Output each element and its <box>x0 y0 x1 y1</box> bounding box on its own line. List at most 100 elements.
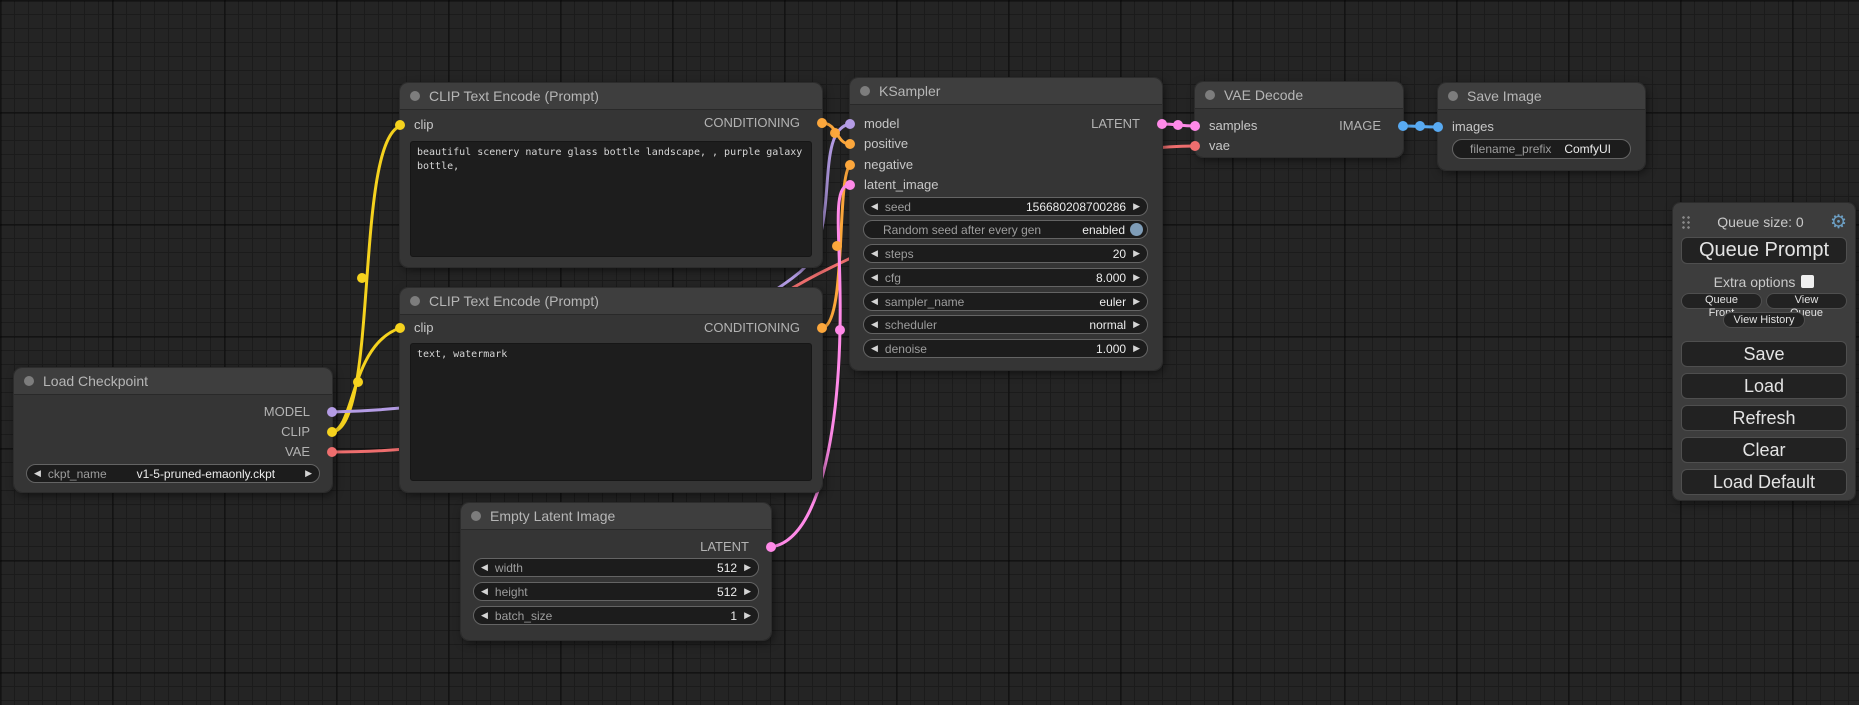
decrement-arrow-icon[interactable]: ◀ <box>34 464 41 483</box>
decrement-arrow-icon[interactable]: ◀ <box>871 197 878 216</box>
positive-input-port[interactable] <box>845 139 855 149</box>
increment-arrow-icon[interactable]: ▶ <box>1133 339 1140 358</box>
node-clip-text-encode-positive[interactable]: CLIP Text Encode (Prompt) clip CONDITION… <box>400 83 822 267</box>
negative-input-port[interactable] <box>845 160 855 170</box>
drag-handle-icon[interactable] <box>1681 215 1691 230</box>
decrement-arrow-icon[interactable]: ◀ <box>871 315 878 334</box>
link-midpoint-dot <box>832 241 842 251</box>
decrement-arrow-icon[interactable]: ◀ <box>871 244 878 263</box>
clear-button[interactable]: Clear <box>1681 437 1847 463</box>
cfg-widget[interactable]: ◀ cfg 8.000 ▶ <box>863 268 1148 287</box>
node-title-bar[interactable]: Empty Latent Image <box>461 503 771 530</box>
widget-label: filename_prefix <box>1470 142 1551 156</box>
save-button[interactable]: Save <box>1681 341 1847 367</box>
node-title-bar[interactable]: Load Checkpoint <box>14 368 332 395</box>
clip-input-port[interactable] <box>395 323 405 333</box>
refresh-button[interactable]: Refresh <box>1681 405 1847 431</box>
latent-output-port[interactable] <box>1157 119 1167 129</box>
node-title-bar[interactable]: CLIP Text Encode (Prompt) <box>400 288 822 315</box>
input-label-model: model <box>864 115 899 133</box>
conditioning-output-port[interactable] <box>817 118 827 128</box>
view-history-button[interactable]: View History <box>1723 312 1806 328</box>
clip-input-port[interactable] <box>395 120 405 130</box>
increment-arrow-icon[interactable]: ▶ <box>744 582 751 601</box>
seed-widget[interactable]: ◀ seed 156680208700286 ▶ <box>863 197 1148 216</box>
image-output-port[interactable] <box>1398 121 1408 131</box>
increment-arrow-icon[interactable]: ▶ <box>1133 315 1140 334</box>
node-title-bar[interactable]: KSampler <box>850 78 1162 105</box>
widget-value: 512 <box>717 561 737 575</box>
view-queue-button[interactable]: View Queue <box>1766 293 1847 309</box>
increment-arrow-icon[interactable]: ▶ <box>1133 292 1140 311</box>
collapse-dot[interactable] <box>1205 90 1215 100</box>
load-default-button[interactable]: Load Default <box>1681 469 1847 495</box>
negative-prompt-textarea[interactable]: text, watermark <box>410 343 812 481</box>
clip-output-port[interactable] <box>327 427 337 437</box>
extra-options-checkbox[interactable] <box>1801 275 1814 288</box>
node-empty-latent-image[interactable]: Empty Latent Image LATENT ◀ width 512 ▶ … <box>461 503 771 640</box>
sampler-name-widget[interactable]: ◀ sampler_name euler ▶ <box>863 292 1148 311</box>
increment-arrow-icon[interactable]: ▶ <box>744 558 751 577</box>
ckpt-name-widget[interactable]: ◀ ckpt_name v1-5-pruned-emaonly.ckpt ▶ <box>26 464 320 483</box>
model-output-port[interactable] <box>327 407 337 417</box>
node-title-bar[interactable]: VAE Decode <box>1195 82 1403 109</box>
filename-prefix-widget[interactable]: filename_prefix ComfyUI <box>1452 139 1631 159</box>
latent-image-input-port[interactable] <box>845 180 855 190</box>
decrement-arrow-icon[interactable]: ◀ <box>481 558 488 577</box>
input-label-images: images <box>1452 118 1494 136</box>
height-widget[interactable]: ◀ height 512 ▶ <box>473 582 759 601</box>
latent-output-port[interactable] <box>766 542 776 552</box>
increment-arrow-icon[interactable]: ▶ <box>305 464 312 483</box>
node-title-bar[interactable]: Save Image <box>1438 83 1645 110</box>
widget-label: steps <box>885 247 914 261</box>
increment-arrow-icon[interactable]: ▶ <box>1133 268 1140 287</box>
collapse-dot[interactable] <box>471 511 481 521</box>
collapse-dot[interactable] <box>1448 91 1458 101</box>
batch-size-widget[interactable]: ◀ batch_size 1 ▶ <box>473 606 759 625</box>
node-title: CLIP Text Encode (Prompt) <box>429 83 599 109</box>
vae-input-port[interactable] <box>1190 141 1200 151</box>
input-label-clip: clip <box>414 116 434 134</box>
widget-value: 512 <box>717 585 737 599</box>
widget-label: denoise <box>885 342 927 356</box>
model-input-port[interactable] <box>845 119 855 129</box>
images-input-port[interactable] <box>1433 122 1443 132</box>
width-widget[interactable]: ◀ width 512 ▶ <box>473 558 759 577</box>
toggle-knob-icon[interactable] <box>1130 223 1143 236</box>
node-load-checkpoint[interactable]: Load Checkpoint MODEL CLIP VAE ◀ ckpt_na… <box>14 368 332 492</box>
increment-arrow-icon[interactable]: ▶ <box>1133 197 1140 216</box>
vae-output-port[interactable] <box>327 447 337 457</box>
conditioning-output-port[interactable] <box>817 323 827 333</box>
collapse-dot[interactable] <box>410 296 420 306</box>
widget-label: Random seed after every gen <box>883 223 1041 237</box>
decrement-arrow-icon[interactable]: ◀ <box>481 606 488 625</box>
positive-prompt-textarea[interactable]: beautiful scenery nature glass bottle la… <box>410 141 812 257</box>
node-graph-canvas[interactable]: Load Checkpoint MODEL CLIP VAE ◀ ckpt_na… <box>0 0 1859 705</box>
decrement-arrow-icon[interactable]: ◀ <box>871 268 878 287</box>
decrement-arrow-icon[interactable]: ◀ <box>481 582 488 601</box>
random-seed-toggle-widget[interactable]: Random seed after every gen enabled <box>863 220 1148 239</box>
denoise-widget[interactable]: ◀ denoise 1.000 ▶ <box>863 339 1148 358</box>
load-button[interactable]: Load <box>1681 373 1847 399</box>
node-vae-decode[interactable]: VAE Decode samples vae IMAGE <box>1195 82 1403 157</box>
queue-front-button[interactable]: Queue Front <box>1681 293 1762 309</box>
increment-arrow-icon[interactable]: ▶ <box>744 606 751 625</box>
collapse-dot[interactable] <box>860 86 870 96</box>
node-clip-text-encode-negative[interactable]: CLIP Text Encode (Prompt) clip CONDITION… <box>400 288 822 492</box>
steps-widget[interactable]: ◀ steps 20 ▶ <box>863 244 1148 263</box>
collapse-dot[interactable] <box>24 376 34 386</box>
samples-input-port[interactable] <box>1190 121 1200 131</box>
increment-arrow-icon[interactable]: ▶ <box>1133 244 1140 263</box>
queue-prompt-button[interactable]: Queue Prompt <box>1681 237 1847 264</box>
input-label-negative: negative <box>864 156 913 174</box>
queue-menu-panel[interactable]: Queue size: 0 ⚙ Queue Prompt Extra optio… <box>1673 203 1855 500</box>
collapse-dot[interactable] <box>410 91 420 101</box>
decrement-arrow-icon[interactable]: ◀ <box>871 292 878 311</box>
node-save-image[interactable]: Save Image images filename_prefix ComfyU… <box>1438 83 1645 170</box>
node-ksampler[interactable]: KSampler model positive negative latent_… <box>850 78 1162 370</box>
scheduler-widget[interactable]: ◀ scheduler normal ▶ <box>863 315 1148 334</box>
node-title-bar[interactable]: CLIP Text Encode (Prompt) <box>400 83 822 110</box>
decrement-arrow-icon[interactable]: ◀ <box>871 339 878 358</box>
settings-gear-icon[interactable]: ⚙ <box>1830 213 1847 232</box>
widget-label: batch_size <box>495 609 552 623</box>
